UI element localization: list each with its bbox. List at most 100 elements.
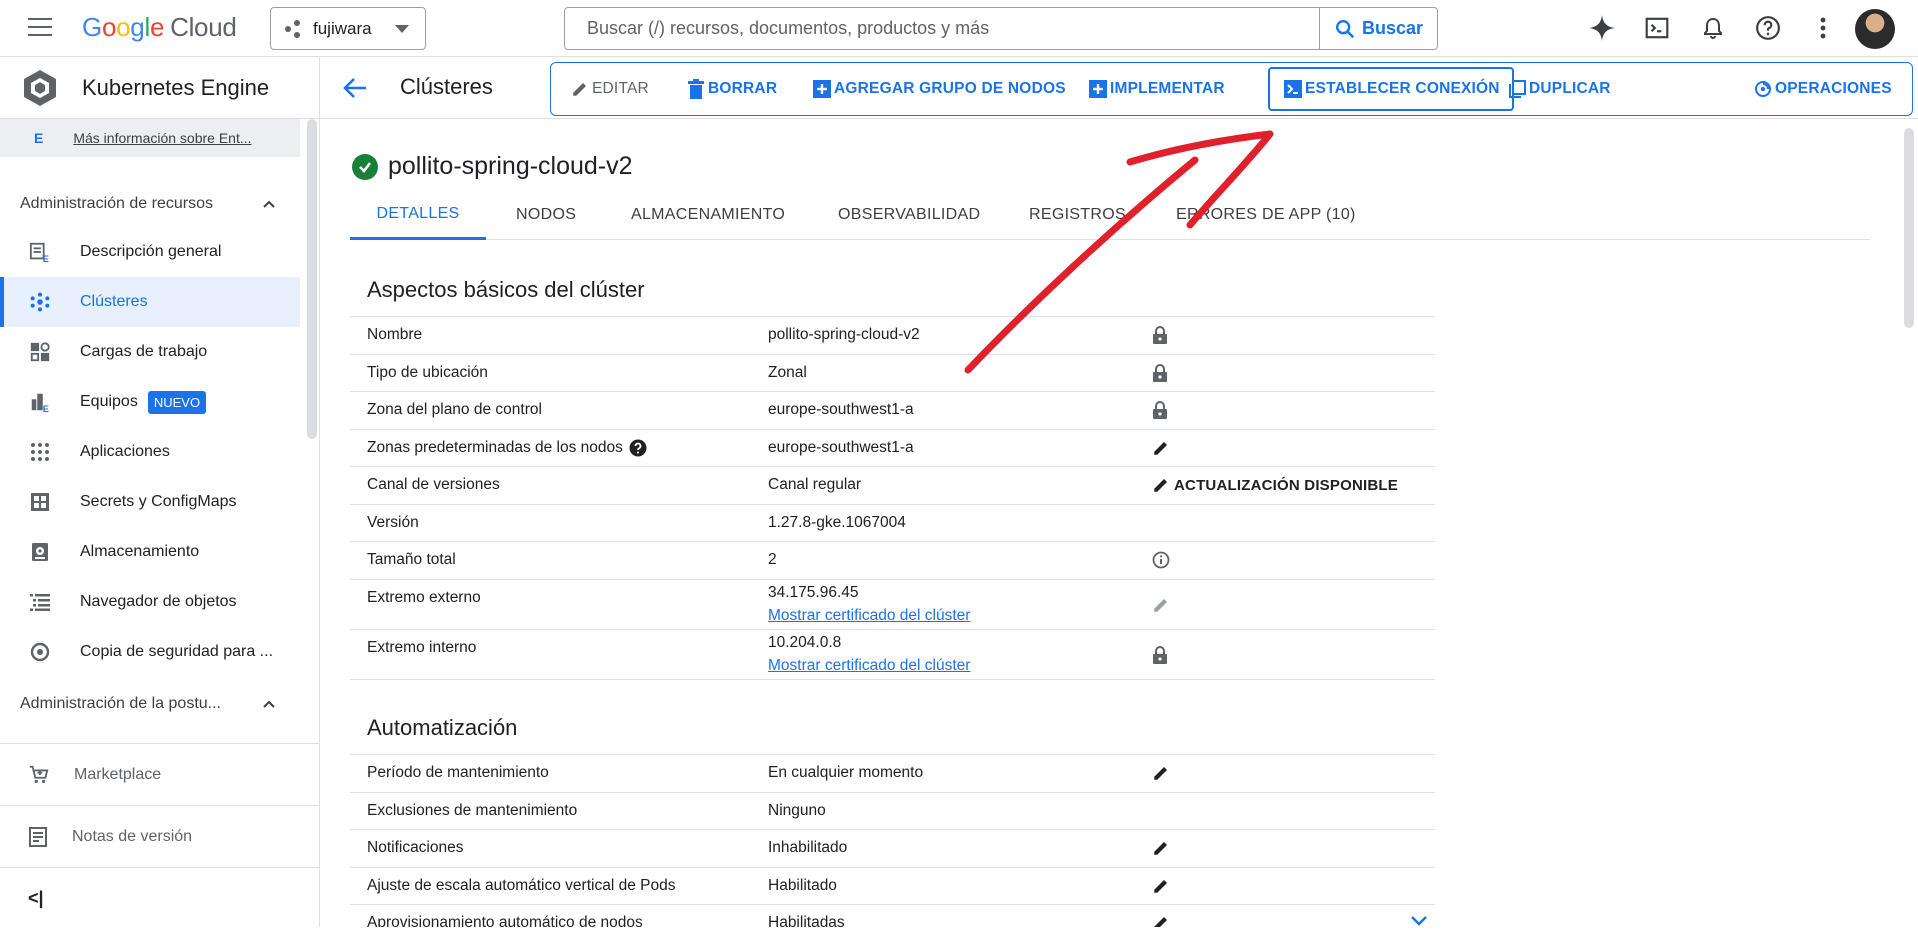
release-notes-link[interactable]: Notas de versión — [0, 805, 320, 867]
search-input[interactable] — [565, 8, 1319, 49]
sidebar-item-secrets[interactable]: Secrets y ConfigMaps — [0, 477, 300, 527]
cluster-tabs: DETALLES NODOS ALMACENAMIENTO OBSERVABIL… — [350, 190, 1870, 240]
cloud-shell-icon[interactable] — [1643, 14, 1671, 42]
search-button-label: Buscar — [1361, 18, 1424, 38]
sidebar-item-label: Secrets y ConfigMaps — [80, 493, 237, 510]
product-header: Kubernetes Engine — [0, 57, 319, 119]
lock-icon — [1152, 326, 1168, 344]
sidebar-item-clusters[interactable]: Clústeres — [0, 277, 300, 327]
section-resource-management[interactable]: Administración de recursos — [20, 195, 276, 213]
tab-storage[interactable]: ALMACENAMIENTO — [631, 190, 785, 240]
add-node-pool-button[interactable]: AGREGAR GRUPO DE NODOS — [813, 63, 1066, 115]
project-picker[interactable]: fujiwara — [270, 7, 426, 50]
row-value: Zonal — [768, 363, 807, 381]
chevron-down-icon[interactable] — [1410, 914, 1428, 926]
sidebar-item-teams[interactable]: E Equipos NUEVO — [0, 377, 300, 427]
sidebar-item-label: Descripción general — [80, 243, 222, 260]
svg-text:E: E — [43, 254, 49, 263]
duplicate-button[interactable]: DUPLICAR — [1508, 63, 1611, 115]
show-cert-link[interactable]: Mostrar certificado del clúster — [768, 607, 970, 625]
sidebar-item-object-browser[interactable]: Navegador de objetos — [0, 577, 300, 627]
marketplace-link[interactable]: Marketplace — [0, 743, 320, 805]
tab-observability[interactable]: OBSERVABILIDAD — [838, 190, 980, 240]
sidebar-item-backup[interactable]: Copia de seguridad para ... — [0, 627, 300, 677]
sidebar-item-label: Equipos — [80, 393, 138, 410]
row-value: 2 — [768, 551, 777, 568]
deploy-button[interactable]: IMPLEMENTAR — [1089, 63, 1225, 115]
edit-icon — [573, 83, 586, 96]
tab-details[interactable]: DETALLES — [350, 190, 486, 240]
notifications-bell-icon[interactable] — [1699, 14, 1727, 42]
kubernetes-engine-logo-icon — [24, 69, 56, 106]
project-icon — [285, 19, 305, 39]
sidebar-item-workloads[interactable]: Cargas de trabajo — [0, 327, 300, 377]
show-cert-link[interactable]: Mostrar certificado del clúster — [768, 657, 970, 675]
back-arrow-icon[interactable] — [342, 76, 368, 100]
sidebar-item-label: Aplicaciones — [80, 443, 170, 460]
more-options-icon[interactable] — [1809, 14, 1837, 42]
table-row: Exclusiones de mantenimiento Ninguno — [350, 793, 1435, 830]
row-value: Canal regular — [768, 476, 862, 493]
gemini-sparkle-icon[interactable] — [1588, 14, 1616, 42]
operations-icon — [1755, 81, 1771, 97]
backup-icon — [28, 640, 52, 664]
google-cloud-logo[interactable]: Google Cloud — [82, 12, 237, 43]
sidebar-item-overview[interactable]: E Descripción general — [0, 227, 300, 277]
edit-icon[interactable] — [1152, 439, 1170, 457]
cluster-name: pollito-spring-cloud-v2 — [388, 152, 633, 180]
row-key: Período de mantenimiento — [367, 764, 549, 781]
table-row: Período de mantenimiento En cualquier mo… — [350, 755, 1435, 793]
workloads-icon — [28, 340, 52, 364]
row-key: Nombre — [367, 326, 423, 343]
sidebar-item-storage[interactable]: Almacenamiento — [0, 527, 300, 577]
tab-logs[interactable]: REGISTROS — [1029, 190, 1126, 240]
apps-grid-icon — [28, 440, 52, 464]
info-icon[interactable] — [1152, 551, 1170, 569]
edit-icon[interactable] — [1152, 839, 1170, 857]
edit-button[interactable]: EDITAR — [571, 63, 649, 115]
action-bar: EDITAR BORRAR AGREGAR GRUPO DE NODOS IMP… — [550, 62, 1913, 116]
table-row: Zonas predeterminadas de los nodos europ… — [350, 430, 1435, 467]
add-box-icon — [1089, 80, 1107, 98]
trash-icon — [688, 79, 704, 99]
table-row: Notificaciones Inhabilitado — [350, 830, 1435, 868]
sidebar-item-applications[interactable]: Aplicaciones — [0, 427, 300, 477]
delete-button[interactable]: BORRAR — [687, 63, 777, 115]
cluster-basics-table: Nombre pollito-spring-cloud-v2 Tipo de u… — [350, 316, 1435, 680]
row-key: Canal de versiones — [367, 476, 500, 493]
sidebar-scrollbar[interactable] — [307, 119, 317, 439]
connect-button[interactable]: ESTABLECER CONEXIÓN — [1268, 67, 1514, 111]
update-available-button[interactable]: ACTUALIZACIÓN DISPONIBLE — [1152, 476, 1398, 494]
add-box-icon — [813, 80, 831, 98]
table-row: Tipo de ubicación Zonal — [350, 355, 1435, 392]
chevron-up-icon — [263, 200, 275, 208]
row-key: Zona del plano de control — [367, 401, 542, 418]
main-menu-icon[interactable] — [28, 18, 52, 38]
row-value: 1.27.8-gke.1067004 — [768, 513, 906, 531]
edit-icon[interactable] — [1152, 877, 1170, 895]
tab-nodes[interactable]: NODOS — [516, 190, 576, 240]
help-question-icon[interactable] — [629, 439, 647, 457]
edit-icon[interactable] — [1152, 914, 1170, 927]
table-row: Tamaño total 2 — [350, 542, 1435, 580]
search-icon — [1336, 19, 1355, 38]
collapse-sidebar-button[interactable]: <| — [0, 867, 320, 929]
clusters-icon — [28, 290, 52, 314]
search-button[interactable]: Buscar — [1319, 8, 1437, 49]
table-row: Canal de versiones Canal regular ACTUALI… — [350, 467, 1435, 505]
section-posture-management[interactable]: Administración de la postu... — [20, 695, 276, 713]
page-header: Clústeres EDITAR BORRAR AGREGAR GRUPO DE… — [320, 57, 1918, 119]
secrets-icon — [28, 490, 52, 514]
edit-icon[interactable] — [1152, 764, 1170, 782]
operations-label: OPERACIONES — [1775, 80, 1892, 97]
help-icon[interactable] — [1754, 14, 1782, 42]
top-bar: Google Cloud fujiwara Buscar — [0, 0, 1918, 57]
table-row: Zona del plano de control europe-southwe… — [350, 392, 1435, 430]
terminal-icon — [1284, 80, 1302, 98]
user-avatar[interactable] — [1855, 9, 1895, 49]
enterprise-info-link[interactable]: E Más información sobre Ent... — [0, 119, 300, 157]
content-scrollbar[interactable] — [1904, 128, 1914, 328]
row-key: Zonas predeterminadas de los nodos — [367, 439, 647, 457]
tab-app-errors[interactable]: ERRORES DE APP (10) — [1176, 190, 1356, 240]
operations-button[interactable]: OPERACIONES — [1754, 63, 1892, 115]
